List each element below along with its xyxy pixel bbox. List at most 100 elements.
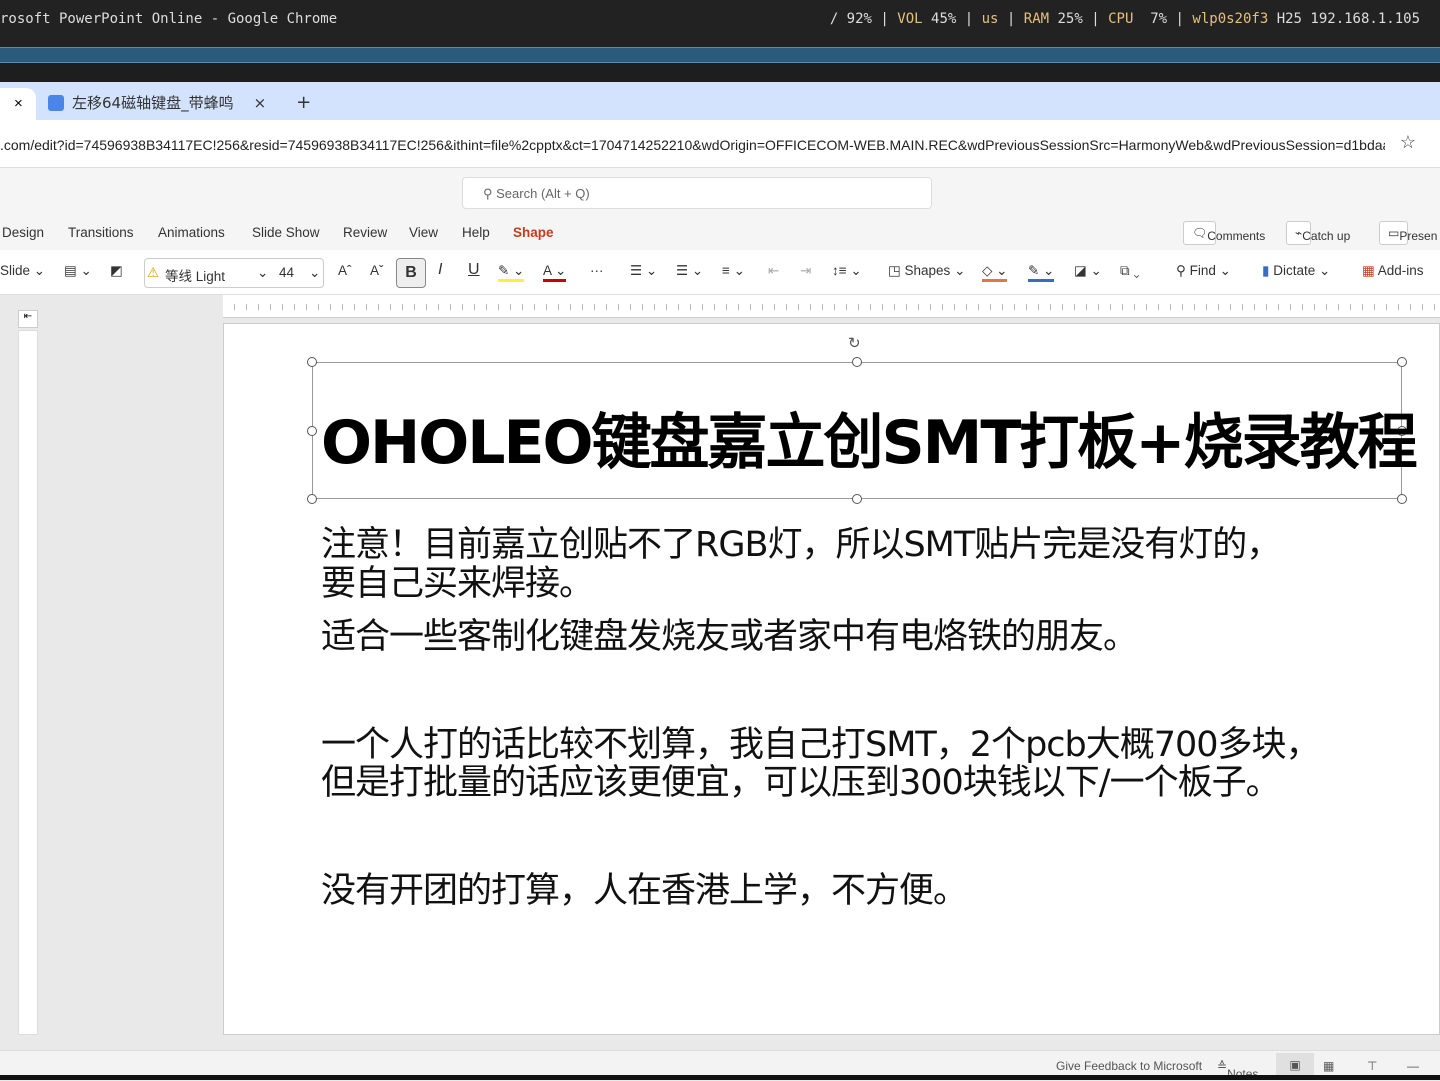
italic-button[interactable]: I — [438, 261, 442, 279]
tab-transitions[interactable]: Transitions — [68, 225, 134, 240]
browser-tab[interactable]: 左移64磁轴键盘_带蜂鸣 × + — [48, 92, 311, 113]
resize-handle[interactable] — [852, 494, 862, 504]
resize-handle[interactable] — [1397, 494, 1407, 504]
tab-bar: × 左移64磁轴键盘_带蜂鸣 × + — [0, 82, 1440, 120]
feedback-link[interactable]: Give Feedback to Microsoft — [1056, 1059, 1202, 1073]
net: H25 192.168.1.105 — [1276, 11, 1420, 27]
add-ins-label: Add-ins — [1377, 263, 1424, 278]
tab-animations[interactable]: Animations — [158, 225, 225, 240]
arrange-icon[interactable]: ⧉ ⌄ — [1120, 263, 1140, 279]
status-bar: Give Feedback to Microsoft ≙ Notes ▣ ▦ ⊤… — [0, 1050, 1440, 1081]
body-line[interactable]: 但是打批量的话应该更便宜，可以压到300块钱以下/一个板子。 — [321, 754, 1281, 805]
dictate-button[interactable]: ▮ Dictate ⌄ — [1262, 263, 1330, 279]
comments-label: Comments — [1207, 229, 1266, 243]
shrink-font-icon[interactable]: Aˇ — [370, 263, 384, 278]
close-tab-icon[interactable]: × — [14, 95, 23, 112]
toolbar: Slide ⌄ ▤ ⌄ ◩ ⚠ 等线 Light ⌄ 44 ⌄ Aˆ Aˇ B … — [0, 250, 1440, 295]
font-color-icon[interactable]: A ⌄ — [543, 263, 567, 282]
normal-view-icon[interactable]: ▣ — [1276, 1053, 1314, 1075]
reading-view-icon[interactable]: ⊤ — [1367, 1059, 1377, 1073]
zoom-out-icon[interactable]: — — [1407, 1059, 1419, 1073]
slide-sorter-icon[interactable]: ▦ — [1323, 1059, 1334, 1073]
cpu: 7% — [1150, 11, 1168, 27]
favicon-icon — [48, 94, 64, 111]
shapes-button[interactable]: ◳ Shapes ⌄ — [888, 263, 965, 279]
highlight-icon[interactable]: ✎ ⌄ — [498, 263, 525, 282]
tab-review[interactable]: Review — [343, 225, 387, 240]
underline-button[interactable]: U — [468, 261, 480, 279]
align-icon[interactable]: ≡ ⌄ — [722, 263, 745, 279]
tab-design[interactable]: Design — [2, 225, 44, 240]
tab-help[interactable]: Help — [462, 225, 490, 240]
shapes-label: Shapes — [904, 263, 951, 278]
resize-handle[interactable] — [307, 357, 317, 367]
tab-title: 左移64磁轴键盘_带蜂鸣 — [72, 94, 234, 112]
body-line[interactable]: 没有开团的打算，人在香港上学，不方便。 — [321, 862, 968, 913]
layout-icon[interactable]: ▤ ⌄ — [64, 263, 92, 279]
address-bar: .com/edit?id=74596938B34117EC!256&resid=… — [0, 120, 1440, 168]
ribbon-tabs: Design Transitions Animations Slide Show… — [0, 218, 1440, 250]
shape-fill-icon[interactable]: ◇ ⌄ — [982, 263, 1008, 282]
system-stats: / 92% | VOL 45% | us | RAM 25% | CPU 7% … — [829, 11, 1420, 27]
present-button[interactable]: ▭ Presen — [1379, 221, 1437, 245]
font-size[interactable]: 44 — [279, 265, 294, 280]
shape-outline-icon[interactable]: ✎ ⌄ — [1028, 263, 1055, 282]
chevron-down-icon: ⌄ — [309, 265, 321, 280]
active-tab[interactable]: × — [0, 88, 36, 120]
spacer-bar — [0, 63, 1440, 82]
window-title: rosoft PowerPoint Online - Google Chrome — [0, 11, 338, 27]
ram-label: RAM — [1023, 11, 1050, 27]
catch-up-button[interactable]: ⌁ Catch up — [1286, 221, 1350, 245]
ram: 25% — [1057, 11, 1083, 27]
bullets-icon[interactable]: ☰ ⌄ — [630, 263, 657, 279]
cpu-label: CPU — [1108, 11, 1134, 27]
new-slide-button[interactable]: Slide ⌄ — [0, 263, 45, 279]
decrease-indent-icon[interactable]: ⇤ — [768, 263, 779, 279]
layout: us — [981, 11, 999, 27]
font-selector[interactable]: ⚠ 等线 Light ⌄ 44 ⌄ — [144, 258, 324, 288]
taskbar — [0, 47, 1440, 63]
font-name: 等线 Light — [165, 269, 226, 284]
warning-icon: ⚠ — [147, 265, 160, 280]
resize-handle[interactable] — [1397, 357, 1407, 367]
tab-view[interactable]: View — [409, 225, 438, 240]
find-button[interactable]: ⚲ Find ⌄ — [1176, 263, 1231, 279]
increase-indent-icon[interactable]: ⇥ — [800, 263, 811, 279]
vol-label: VOL — [897, 11, 923, 27]
body-line[interactable]: 适合一些客制化键盘发烧友或者家中有电烙铁的朋友。 — [321, 608, 1138, 659]
notes-button[interactable]: ≙ Notes — [1217, 1059, 1258, 1081]
grow-font-icon[interactable]: Aˆ — [338, 263, 352, 278]
slide-canvas[interactable]: ↻ OHOLEO键盘嘉立创SMT打板+烧录教程 注意！目前嘉立创贴不了RGB灯，… — [223, 323, 1440, 1035]
numbering-icon[interactable]: ☰ ⌄ — [676, 263, 703, 279]
slide-title[interactable]: OHOLEO键盘嘉立创SMT打板+烧录教程 — [321, 394, 1418, 481]
thumbnail-toggle-icon[interactable]: ⇤ — [18, 310, 38, 328]
catch-up-label: Catch up — [1302, 229, 1351, 243]
system-bar: rosoft PowerPoint Online - Google Chrome… — [0, 0, 1440, 47]
tab-slide-show[interactable]: Slide Show — [252, 225, 320, 240]
iface: wlp0s20f3 — [1192, 11, 1269, 27]
comments-button[interactable]: 🗨 Comments — [1183, 221, 1265, 245]
search-input[interactable]: ⚲ Search (Alt + Q) — [462, 177, 932, 209]
search-placeholder: Search (Alt + Q) — [496, 186, 590, 201]
resize-handle[interactable] — [852, 357, 862, 367]
bookmark-star-icon[interactable]: ☆ — [1400, 132, 1416, 153]
battery: / 92% — [829, 11, 872, 27]
chevron-down-icon: ⌄ — [257, 265, 269, 280]
format-background-icon[interactable]: ◩ — [110, 263, 123, 279]
new-tab-button[interactable]: + — [296, 92, 311, 113]
vertical-ruler — [18, 330, 38, 1035]
more-icon[interactable]: ··· — [590, 263, 604, 278]
line-spacing-icon[interactable]: ↕≡ ⌄ — [832, 263, 862, 279]
close-tab-icon[interactable]: × — [254, 94, 267, 112]
resize-handle[interactable] — [307, 426, 317, 436]
url-field[interactable]: .com/edit?id=74596938B34117EC!256&resid=… — [0, 137, 1385, 153]
vol: 45% — [931, 11, 957, 27]
rotate-handle-icon[interactable]: ↻ — [848, 334, 861, 352]
dictate-label: Dictate — [1273, 263, 1316, 278]
bold-button[interactable]: B — [396, 258, 426, 288]
tab-shape[interactable]: Shape — [513, 225, 554, 240]
add-ins-button[interactable]: ▦ Add-ins — [1362, 263, 1424, 279]
shape-effects-icon[interactable]: ◪ ⌄ — [1074, 263, 1102, 279]
body-line[interactable]: 要自己买来焊接。 — [321, 555, 594, 606]
resize-handle[interactable] — [307, 494, 317, 504]
